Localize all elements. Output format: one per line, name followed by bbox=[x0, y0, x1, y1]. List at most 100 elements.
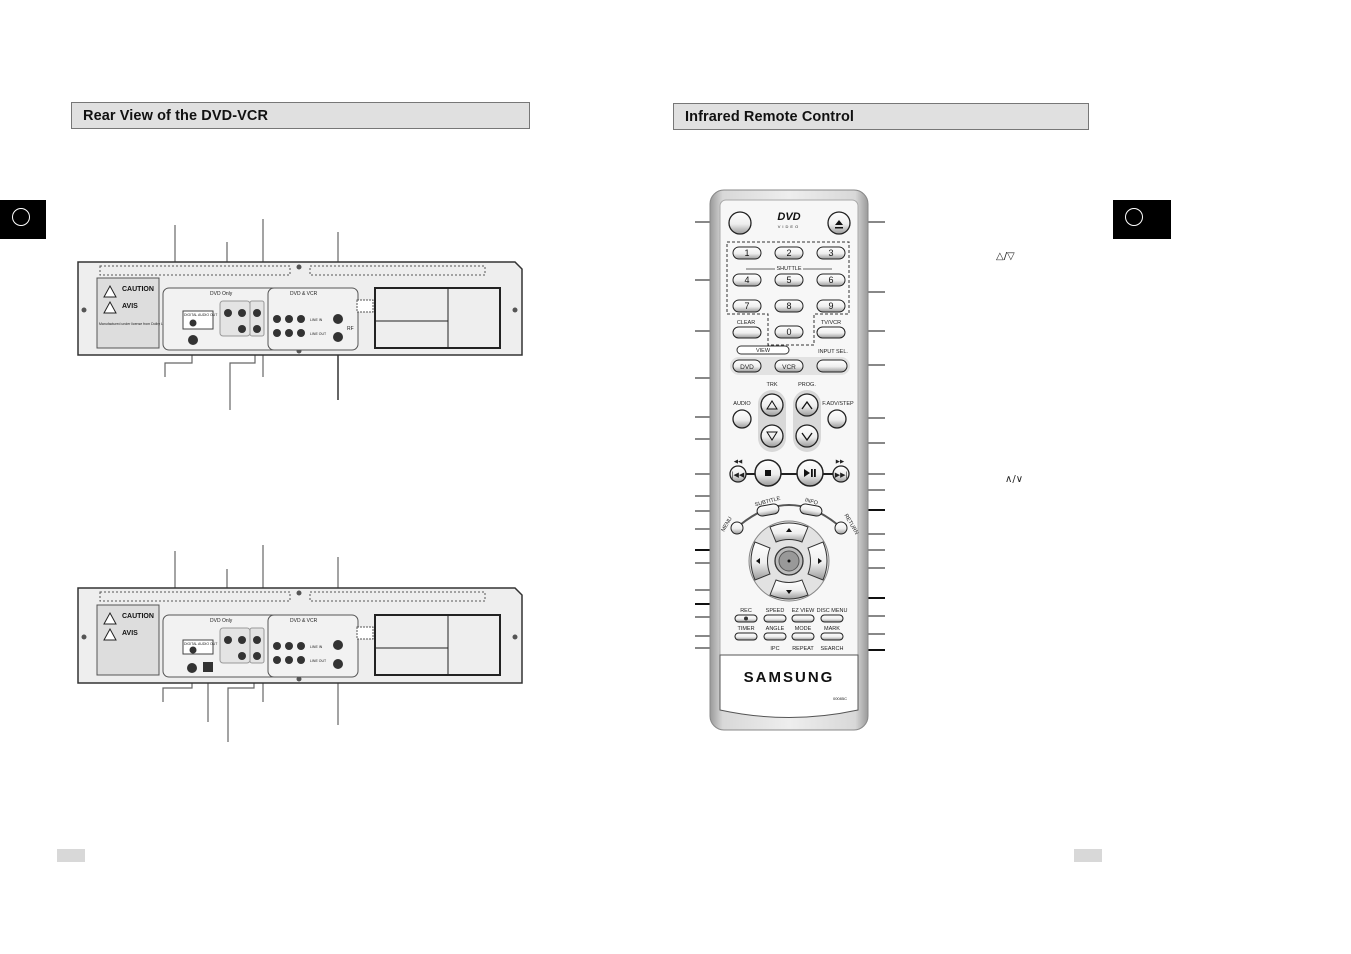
disc-menu-button-label: DISC MENU bbox=[817, 608, 848, 614]
skip-forward-button[interactable]: ▶▶| bbox=[832, 465, 850, 483]
clear-button[interactable] bbox=[732, 326, 762, 339]
samsung-logo: SAMSUNG bbox=[744, 669, 835, 686]
ez-view-button-label: EZ VIEW bbox=[792, 608, 815, 614]
input-sel-button[interactable] bbox=[816, 359, 848, 373]
skip-back-button[interactable]: |◀◀ bbox=[729, 465, 747, 483]
number-button-7[interactable]: 8 bbox=[774, 299, 804, 313]
dvd-logo: DVD bbox=[777, 211, 800, 223]
remote-control-header: Infrared Remote Control bbox=[673, 103, 1089, 130]
number-button-5[interactable]: 6 bbox=[816, 273, 846, 287]
page-number-right bbox=[1074, 849, 1102, 862]
number-button-1[interactable]: 2 bbox=[774, 246, 804, 260]
rewind-icon: ◀◀ bbox=[734, 459, 743, 465]
line-out-label: LINE OUT bbox=[310, 659, 327, 663]
s-video-jack bbox=[188, 335, 198, 345]
angle-button-label: ANGLE bbox=[766, 626, 785, 632]
play-pause-button[interactable] bbox=[796, 459, 824, 487]
shuttle-label: SHUTTLE bbox=[776, 266, 801, 272]
audio-out-l-jack bbox=[253, 309, 261, 317]
rf-in-jack bbox=[333, 314, 343, 324]
fadv-step-button[interactable] bbox=[827, 409, 847, 429]
trk-down-button[interactable] bbox=[760, 424, 784, 448]
dvd-button[interactable]: DVD bbox=[732, 359, 762, 373]
rec-button[interactable] bbox=[734, 614, 758, 623]
ez-view-button[interactable] bbox=[791, 614, 815, 623]
number-button-label: 6 bbox=[828, 275, 833, 285]
line-in-audio-r-jack bbox=[297, 315, 305, 323]
language-tab-right bbox=[1113, 200, 1171, 239]
dpad-down-button[interactable] bbox=[769, 579, 809, 600]
optical-jack bbox=[203, 662, 213, 672]
ipc-label: IPC bbox=[770, 646, 779, 652]
dpad-up-button[interactable] bbox=[769, 522, 809, 543]
rear-panel-diagram-top: CAUTION AVIS Manufactured under license … bbox=[77, 219, 523, 410]
trk-up-down-symbol: △/▽ bbox=[996, 251, 1015, 262]
dpad-right-button[interactable] bbox=[807, 541, 828, 581]
number-button-8[interactable]: 9 bbox=[816, 299, 846, 313]
avis-title: AVIS bbox=[122, 630, 138, 637]
dpad-left-button[interactable] bbox=[750, 541, 771, 581]
disc-menu-button[interactable] bbox=[820, 614, 844, 623]
caution-title: CAUTION bbox=[122, 286, 154, 293]
line-in-audio-l-jack bbox=[285, 315, 293, 323]
circle-icon bbox=[1125, 208, 1143, 226]
number-button-6[interactable]: 7 bbox=[732, 299, 762, 313]
rf-label: RF bbox=[347, 326, 354, 332]
line-in-video-jack bbox=[273, 315, 281, 323]
repeat-label: REPEAT bbox=[792, 646, 814, 652]
mark-button[interactable] bbox=[820, 632, 844, 641]
language-tab-left bbox=[0, 200, 46, 239]
tv-vcr-button[interactable] bbox=[816, 326, 846, 339]
search-label: SEARCH bbox=[821, 646, 844, 652]
digital-audio-out-label: DIGITAL AUDIO OUT bbox=[184, 642, 218, 646]
skip-back-icon: |◀◀ bbox=[732, 472, 745, 479]
page-number-left bbox=[57, 849, 85, 862]
return-button[interactable] bbox=[834, 521, 848, 535]
remote-control-diagram: DVD VIDEO 1 2 3 4 5 6 7 8 9 0 SHUTTLE CLEAR TV/VC… bbox=[695, 189, 885, 731]
prog-label: PROG. bbox=[798, 382, 816, 388]
dvd-logo-sub: VIDEO bbox=[778, 224, 800, 229]
avis-title: AVIS bbox=[122, 303, 138, 310]
component-y-jack bbox=[224, 309, 232, 317]
skip-forward-icon: ▶▶| bbox=[835, 472, 848, 479]
audio-button[interactable] bbox=[732, 409, 752, 429]
fast-forward-icon: ▶▶ bbox=[836, 459, 845, 465]
mark-button-label: MARK bbox=[824, 626, 840, 632]
prog-down-button[interactable] bbox=[795, 424, 819, 448]
tv-vcr-label: TV/VCR bbox=[821, 320, 841, 326]
timer-button-label: TIMER bbox=[737, 626, 754, 632]
remote-control-title: Infrared Remote Control bbox=[685, 109, 855, 125]
speed-button[interactable] bbox=[763, 614, 787, 623]
number-button-label: 4 bbox=[744, 275, 749, 285]
trk-up-button[interactable] bbox=[760, 393, 784, 417]
number-button-label: 0 bbox=[786, 327, 791, 337]
component-pr-jack bbox=[238, 325, 246, 333]
model-number: 00085C bbox=[833, 696, 847, 701]
number-button-4[interactable]: 5 bbox=[774, 273, 804, 287]
prog-up-down-symbol: ∧/∨ bbox=[1005, 474, 1024, 485]
fadv-step-label: F.ADV/STEP bbox=[822, 401, 854, 407]
dvd-button-label: DVD bbox=[740, 364, 754, 371]
rec-button-label: REC bbox=[740, 608, 752, 614]
vcr-button[interactable]: VCR bbox=[774, 359, 804, 373]
line-in-label: LINE IN bbox=[310, 318, 323, 322]
enter-button[interactable] bbox=[774, 546, 804, 576]
angle-button[interactable] bbox=[763, 632, 787, 641]
dvd-vcr-label: DVD & VCR bbox=[290, 291, 318, 297]
number-button-3[interactable]: 4 bbox=[732, 273, 762, 287]
view-label: VIEW bbox=[756, 348, 771, 354]
open-close-button[interactable] bbox=[827, 211, 851, 235]
stop-button[interactable] bbox=[754, 459, 782, 487]
prog-up-button[interactable] bbox=[795, 393, 819, 417]
line-in-label: LINE IN bbox=[310, 645, 323, 649]
number-button-label: 8 bbox=[786, 301, 791, 311]
mode-button[interactable] bbox=[791, 632, 815, 641]
component-pb-jack bbox=[238, 309, 246, 317]
coaxial-jack bbox=[189, 319, 197, 327]
menu-button[interactable] bbox=[730, 521, 744, 535]
number-button-9[interactable]: 0 bbox=[774, 325, 804, 339]
number-button-0[interactable]: 1 bbox=[732, 246, 762, 260]
timer-button[interactable] bbox=[734, 632, 758, 641]
number-button-2[interactable]: 3 bbox=[816, 246, 846, 260]
power-button[interactable] bbox=[728, 211, 752, 235]
